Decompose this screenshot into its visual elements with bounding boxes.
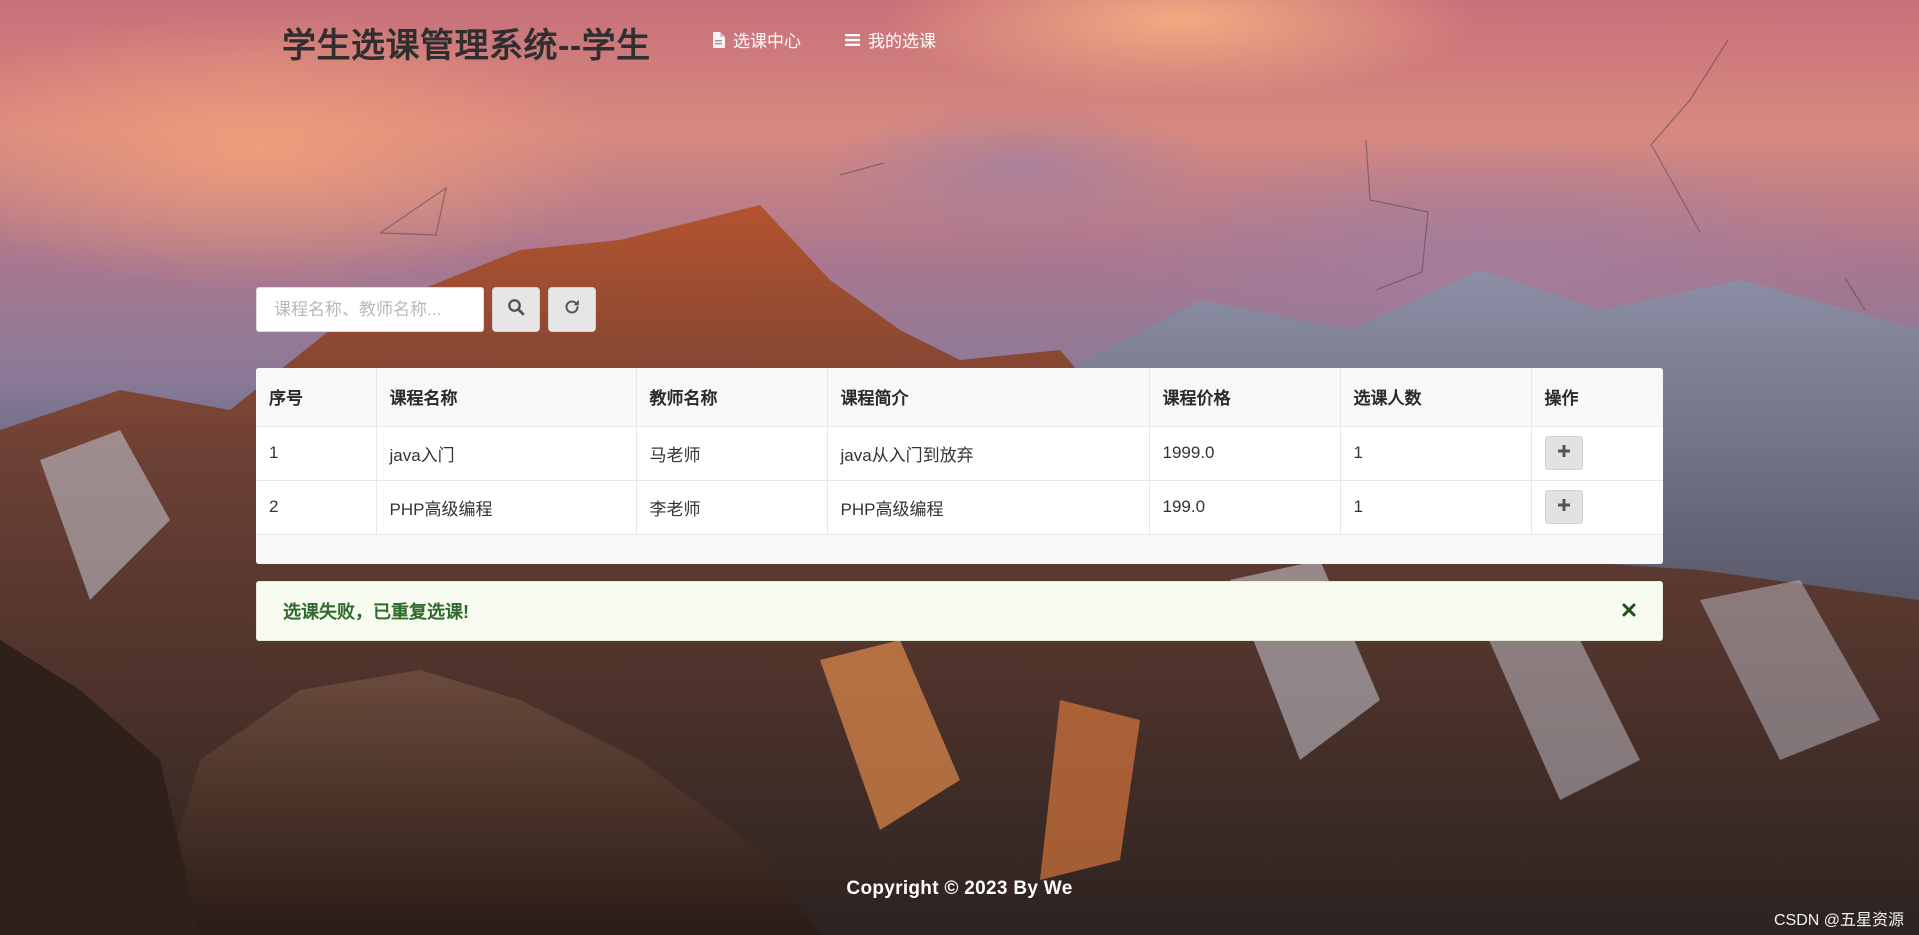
error-alert: 选课失败，已重复选课! (256, 581, 1663, 641)
search-icon (507, 298, 525, 321)
cell-course-name: PHP高级编程 (376, 480, 637, 535)
enroll-button[interactable] (1544, 436, 1583, 470)
cell-teacher-name: 李老师 (636, 480, 828, 535)
column-header-actions: 操作 (1531, 368, 1663, 427)
course-table-panel: 序号 课程名称 教师名称 课程简介 课程价格 选课人数 操作 1 java入门 … (256, 368, 1663, 564)
cell-actions (1531, 426, 1663, 481)
plus-icon (1557, 443, 1571, 463)
column-header-teacher-name: 教师名称 (636, 368, 828, 427)
enroll-button[interactable] (1544, 490, 1583, 524)
cell-course-price: 199.0 (1149, 480, 1341, 535)
table-row: 1 java入门 马老师 java从入门到放弃 1999.0 1 (256, 426, 1663, 481)
close-icon[interactable] (1622, 601, 1636, 621)
nav-item-label: 我的选课 (868, 32, 936, 51)
cell-actions (1531, 480, 1663, 535)
table-row: 2 PHP高级编程 李老师 PHP高级编程 199.0 1 (256, 480, 1663, 535)
refresh-icon (563, 298, 581, 321)
table-header-row: 序号 课程名称 教师名称 课程简介 课程价格 选课人数 操作 (256, 368, 1663, 427)
watermark-text: CSDN @五星资源 (1773, 912, 1904, 929)
column-header-index: 序号 (256, 368, 377, 427)
cell-course-intro: java从入门到放弃 (827, 426, 1150, 481)
page: 学生选课管理系统--学生 选课中心 我的选课 课程名称、教师名称... 序号 课… (0, 0, 1919, 935)
column-header-course-intro: 课程简介 (827, 368, 1150, 427)
column-header-course-price: 课程价格 (1149, 368, 1341, 427)
search-button[interactable] (492, 287, 540, 332)
column-header-course-name: 课程名称 (376, 368, 637, 427)
cell-course-name: java入门 (376, 426, 637, 481)
cell-enrollment-count: 1 (1340, 426, 1532, 481)
search-input[interactable] (256, 287, 484, 332)
cell-course-intro: PHP高级编程 (827, 480, 1150, 535)
nav-item-my-courses[interactable]: 我的选课 (845, 27, 936, 52)
refresh-button[interactable] (548, 287, 596, 332)
cell-teacher-name: 马老师 (636, 426, 828, 481)
copyright-text: Copyright © 2023 By We (846, 878, 1073, 899)
plus-icon (1557, 497, 1571, 517)
nav-item-course-center[interactable]: 选课中心 (712, 27, 801, 52)
page-title: 学生选课管理系统--学生 (282, 27, 651, 65)
top-nav: 选课中心 我的选课 (712, 27, 936, 52)
document-icon (712, 31, 725, 48)
cell-index: 2 (256, 480, 377, 535)
cell-index: 1 (256, 426, 377, 481)
table-footer (256, 534, 1663, 564)
cell-course-price: 1999.0 (1149, 426, 1341, 481)
alert-message: 选课失败，已重复选课! (283, 602, 469, 622)
nav-item-label: 选课中心 (733, 32, 801, 51)
column-header-enrollment-count: 选课人数 (1340, 368, 1532, 427)
search-bar (256, 287, 596, 332)
cell-enrollment-count: 1 (1340, 480, 1532, 535)
course-table: 序号 课程名称 教师名称 课程简介 课程价格 选课人数 操作 1 java入门 … (256, 368, 1663, 535)
list-icon (845, 33, 860, 47)
